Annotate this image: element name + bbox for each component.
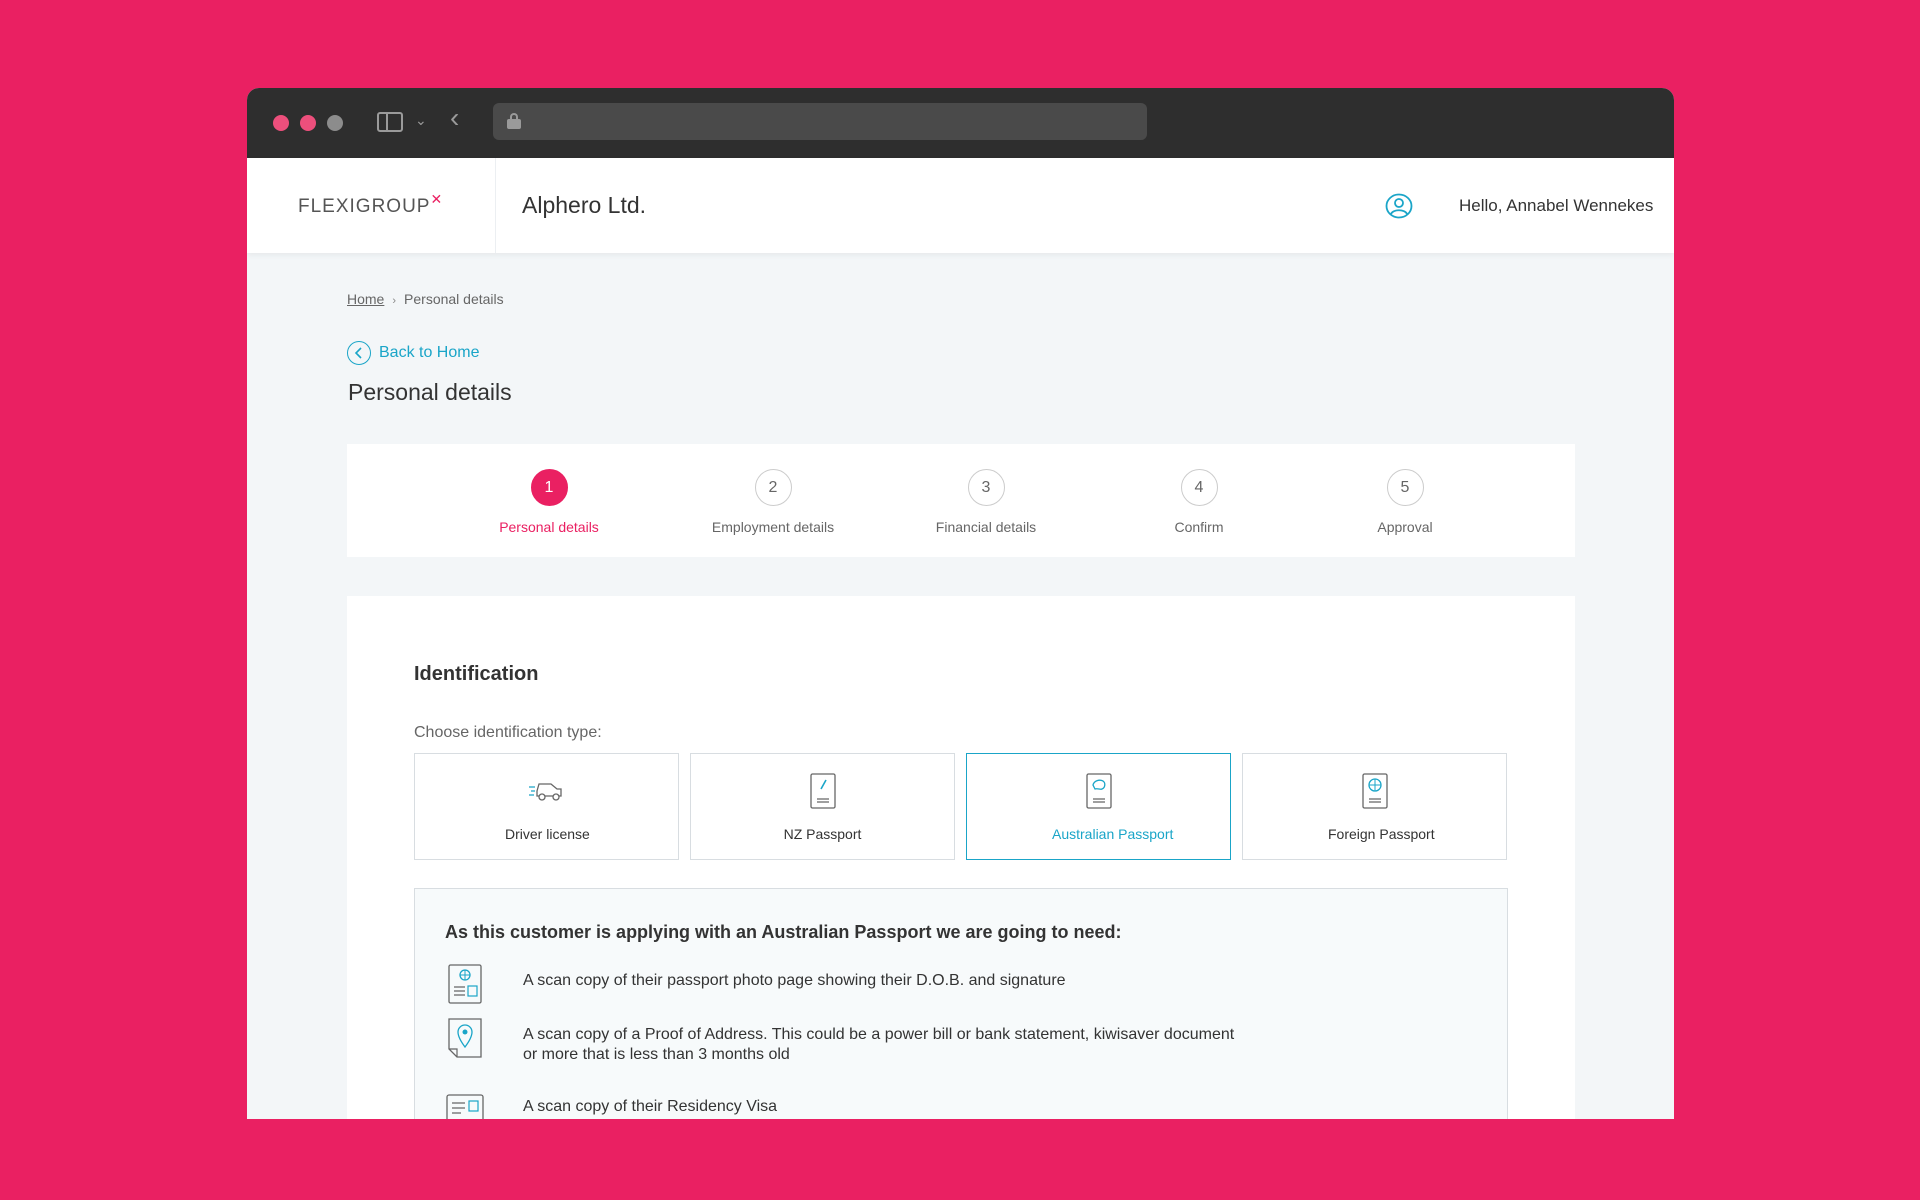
id-option-label: NZ Passport <box>783 826 862 842</box>
progress-stepper: 1 Personal details 2 Employment details … <box>347 444 1575 557</box>
nz-passport-icon <box>809 773 836 809</box>
id-option-driver-license[interactable]: Driver license <box>414 753 679 860</box>
minimize-window-button[interactable] <box>300 115 316 131</box>
step-label: Approval <box>1377 519 1433 535</box>
requirement-text: A scan copy of their Residency Visa <box>523 1098 778 1115</box>
back-to-home-link[interactable]: Back to Home <box>347 341 479 365</box>
breadcrumb-home-link[interactable]: Home <box>347 291 384 307</box>
step-employment-details[interactable]: 2 Employment details <box>683 469 863 535</box>
browser-window: ⌄ ‹ FLEXIGROUP✕ Alphero Ltd. Hello, Anna… <box>247 88 1674 1119</box>
requirement-item: A scan copy of their passport photo page… <box>445 963 1243 1005</box>
close-window-button[interactable] <box>273 115 289 131</box>
requirements-box: As this customer is applying with an Aus… <box>414 888 1508 1119</box>
requirement-text: A scan copy of a Proof of Address. This … <box>523 1026 1235 1063</box>
browser-back-icon[interactable]: ‹ <box>450 104 459 132</box>
lock-icon <box>507 113 521 129</box>
section-title: Identification <box>414 663 539 685</box>
requirement-text: A scan copy of their passport photo page… <box>523 972 1066 989</box>
requirement-item: A scan copy of a Proof of Address. This … <box>445 1017 1243 1065</box>
brand-area: FLEXIGROUP✕ <box>247 158 496 253</box>
step-number: 1 <box>530 469 568 506</box>
step-label: Personal details <box>499 519 599 535</box>
step-number: 4 <box>1180 469 1218 506</box>
requirements-title: As this customer is applying with an Aus… <box>445 922 1122 942</box>
step-label: Employment details <box>711 519 835 535</box>
breadcrumb-separator-icon: › <box>392 295 397 307</box>
residency-visa-icon <box>446 1094 484 1119</box>
page-title: Personal details <box>348 379 512 405</box>
australian-passport-icon <box>1085 773 1112 809</box>
foreign-passport-icon <box>1361 773 1388 809</box>
step-number: 2 <box>754 469 792 506</box>
step-number: 3 <box>967 469 1005 506</box>
app-header: FLEXIGROUP✕ Alphero Ltd. Hello, Annabel … <box>247 158 1674 253</box>
step-approval[interactable]: 5 Approval <box>1315 469 1495 535</box>
back-arrow-icon <box>347 341 371 365</box>
maximize-window-button[interactable] <box>327 115 343 131</box>
user-account-icon[interactable] <box>1385 193 1413 219</box>
chevron-down-icon[interactable]: ⌄ <box>415 112 427 129</box>
step-number: 5 <box>1386 469 1424 506</box>
step-label: Confirm <box>1174 519 1224 535</box>
id-option-nz-passport[interactable]: NZ Passport <box>690 753 955 860</box>
step-label: Financial details <box>935 519 1037 535</box>
company-name: Alphero Ltd. <box>522 192 647 218</box>
id-option-australian-passport[interactable]: Australian Passport <box>966 753 1231 860</box>
car-icon <box>528 783 562 801</box>
user-greeting[interactable]: Hello, Annabel Wennekes <box>1459 196 1653 216</box>
flexigroup-logo[interactable]: FLEXIGROUP✕ <box>298 191 443 218</box>
back-link-label: Back to Home <box>379 344 480 361</box>
id-option-label: Foreign Passport <box>1328 826 1435 842</box>
browser-toolbar: ⌄ ‹ <box>247 88 1674 158</box>
proof-of-address-icon <box>448 1018 482 1058</box>
passport-scan-icon <box>448 964 482 1004</box>
sidebar-toggle-icon[interactable] <box>377 112 403 132</box>
address-bar[interactable] <box>493 103 1147 140</box>
breadcrumb: Home › Personal details <box>347 291 504 307</box>
step-financial-details[interactable]: 3 Financial details <box>896 469 1076 535</box>
id-option-label: Driver license <box>505 826 590 842</box>
id-option-foreign-passport[interactable]: Foreign Passport <box>1242 753 1507 860</box>
breadcrumb-current: Personal details <box>404 291 504 307</box>
requirement-item: A scan copy of their Residency Visa <box>445 1089 1243 1119</box>
choose-id-label: Choose identification type: <box>414 724 602 741</box>
step-confirm[interactable]: 4 Confirm <box>1109 469 1289 535</box>
step-personal-details[interactable]: 1 Personal details <box>459 469 639 535</box>
id-option-label: Australian Passport <box>1052 826 1174 842</box>
identification-card: Identification Choose identification typ… <box>347 596 1575 1119</box>
